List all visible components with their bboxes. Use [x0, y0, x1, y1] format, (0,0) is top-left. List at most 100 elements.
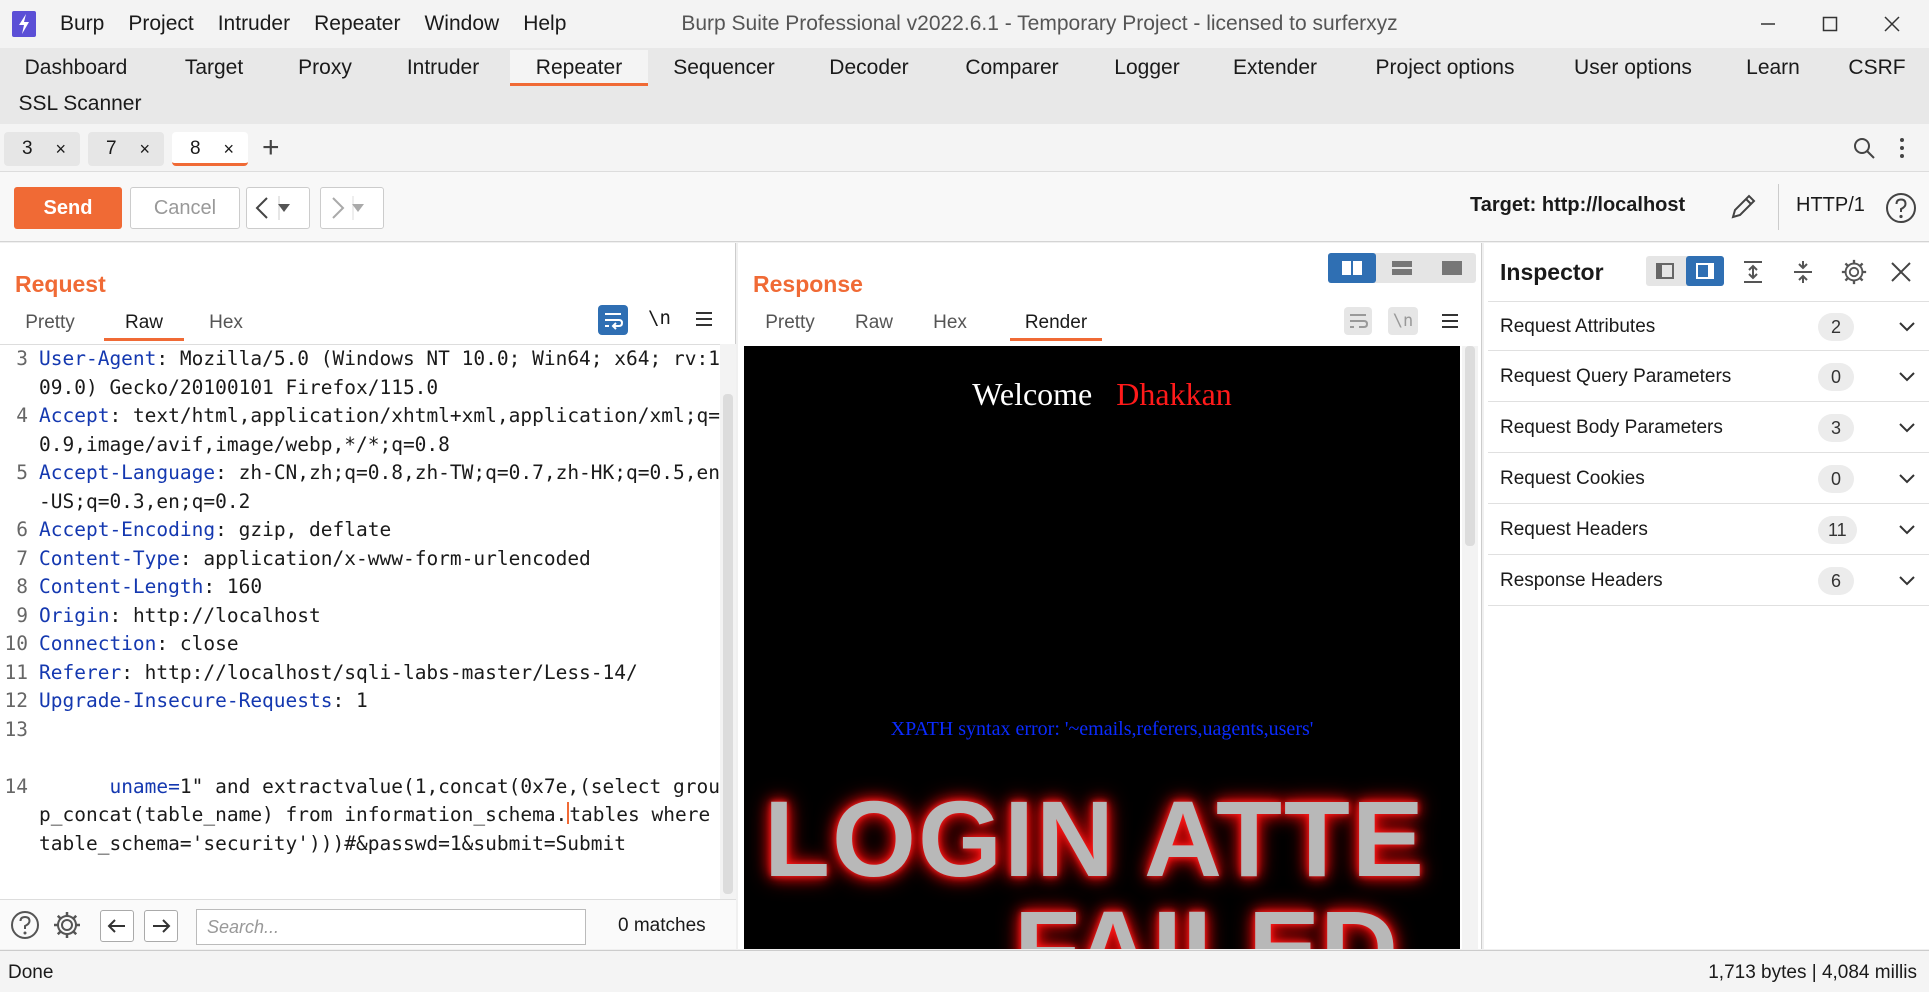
newline-toggle[interactable]: \n — [648, 307, 671, 329]
request-scrollbar[interactable] — [720, 344, 736, 899]
history-forward-button[interactable] — [320, 187, 384, 229]
layout-stacked-button[interactable] — [1378, 253, 1426, 283]
history-back-button[interactable] — [246, 187, 310, 229]
collapse-icon[interactable] — [1790, 259, 1816, 285]
tab-comparer[interactable]: Comparer — [950, 50, 1074, 86]
repeater-tab-3[interactable]: 3 × — [4, 132, 80, 166]
menu-intruder[interactable]: Intruder — [218, 12, 290, 36]
inspector-response-headers[interactable]: Response Headers 6 — [1488, 556, 1929, 606]
close-tab-icon[interactable]: × — [55, 132, 66, 166]
tab-proxy[interactable]: Proxy — [282, 50, 368, 86]
search-previous-button[interactable] — [100, 910, 134, 942]
request-line: 6 Accept-Encoding: gzip, deflate — [0, 516, 720, 545]
response-size-timing: 1,713 bytes | 4,084 millis — [1708, 962, 1917, 983]
newline-toggle: \n — [1388, 307, 1418, 335]
close-tab-icon[interactable]: × — [139, 132, 150, 166]
tab-decoder[interactable]: Decoder — [810, 50, 928, 86]
header-value: text/html,application/xhtml+xml,applicat… — [39, 404, 720, 456]
tab-ssl-scanner[interactable]: SSL Scanner — [10, 86, 150, 122]
section-label: Response Headers — [1500, 570, 1663, 591]
layout-tabs-button[interactable] — [1428, 253, 1476, 283]
http-version-selector[interactable]: HTTP/1 — [1796, 194, 1865, 217]
tab-logger[interactable]: Logger — [1090, 50, 1204, 86]
line-number: 11 — [4, 660, 28, 684]
line-number: 3 — [16, 347, 28, 370]
settings-icon[interactable] — [1840, 258, 1868, 286]
inspector-request-headers[interactable]: Request Headers 11 — [1488, 505, 1929, 555]
section-label: Request Cookies — [1500, 468, 1645, 489]
help-icon[interactable] — [1885, 192, 1917, 224]
menu-help[interactable]: Help — [523, 12, 566, 36]
response-tab-render[interactable]: Render — [1010, 305, 1102, 341]
header-name: Referer — [39, 660, 122, 684]
inspector-request-body-parameters[interactable]: Request Body Parameters 3 — [1488, 403, 1929, 453]
pencil-icon[interactable] — [1728, 192, 1758, 222]
scrollbar-thumb[interactable] — [1465, 346, 1475, 546]
search-next-button[interactable] — [144, 910, 178, 942]
request-tab-raw[interactable]: Raw — [104, 305, 184, 341]
menu-repeater[interactable]: Repeater — [314, 12, 400, 36]
menu-window[interactable]: Window — [424, 12, 499, 36]
inspector-layout-right-button[interactable] — [1686, 256, 1724, 286]
tab-dashboard[interactable]: Dashboard — [10, 50, 142, 86]
response-scrollbar[interactable] — [1462, 346, 1478, 949]
search-input[interactable]: Search... — [196, 909, 586, 945]
close-tab-icon[interactable]: × — [223, 132, 234, 166]
target-label: Target: http://localhost — [1470, 194, 1686, 216]
minimize-button[interactable] — [1738, 0, 1798, 48]
section-label: Request Body Parameters — [1500, 417, 1723, 438]
response-tab-hex[interactable]: Hex — [920, 305, 980, 341]
response-tab-pretty[interactable]: Pretty — [750, 305, 830, 341]
chevron-down-icon — [1899, 576, 1915, 586]
maximize-icon — [1822, 16, 1838, 32]
line-number: 4 — [16, 404, 28, 427]
tab-sequencer[interactable]: Sequencer — [660, 50, 788, 86]
settings-icon[interactable] — [52, 910, 82, 940]
header-separator: : — [109, 404, 122, 427]
tab-repeater[interactable]: Repeater — [510, 50, 648, 86]
layout-side-by-side-button[interactable] — [1328, 253, 1376, 283]
section-label: Request Headers — [1500, 519, 1648, 540]
menu-burp[interactable]: Burp — [60, 12, 104, 36]
help-icon[interactable] — [10, 910, 40, 940]
tab-project-options[interactable]: Project options — [1360, 50, 1530, 86]
add-tab-button[interactable]: + — [262, 130, 280, 166]
kebab-menu-icon[interactable] — [1898, 136, 1906, 160]
repeater-tab-8[interactable]: 8 × — [172, 132, 248, 166]
inspector-request-attributes[interactable]: Request Attributes 2 — [1488, 301, 1929, 351]
header-name: Content-Type — [39, 546, 180, 570]
line-number: 6 — [16, 518, 28, 541]
maximize-button[interactable] — [1800, 0, 1860, 48]
hamburger-icon[interactable] — [694, 309, 714, 329]
tab-user-options[interactable]: User options — [1560, 50, 1706, 86]
request-tab-pretty[interactable]: Pretty — [12, 305, 88, 341]
cancel-button[interactable]: Cancel — [130, 187, 240, 229]
send-button[interactable]: Send — [14, 187, 122, 229]
request-line: 9 Origin: http://localhost — [0, 602, 720, 631]
tab-extender[interactable]: Extender — [1220, 50, 1330, 86]
menu-project[interactable]: Project — [128, 12, 193, 36]
request-line: 11 Referer: http://localhost/sqli-labs-ma… — [0, 659, 720, 688]
close-window-button[interactable] — [1862, 0, 1922, 48]
inspector-layout-left-button[interactable] — [1646, 256, 1684, 286]
repeater-tab-bar: 3 × 7 × 8 × + — [0, 124, 1929, 172]
expand-icon[interactable] — [1740, 259, 1766, 285]
request-tab-hex[interactable]: Hex — [196, 305, 256, 341]
inspector-request-cookies[interactable]: Request Cookies 0 — [1488, 454, 1929, 504]
scrollbar-thumb[interactable] — [723, 394, 733, 894]
close-icon[interactable] — [1890, 261, 1912, 283]
tab-intruder[interactable]: Intruder — [390, 50, 496, 86]
tab-csrf[interactable]: CSRF — [1840, 50, 1914, 86]
hamburger-icon[interactable] — [1440, 311, 1460, 331]
request-editor[interactable]: 3 User-Agent: Mozilla/5.0 (Windows NT 10.… — [0, 344, 720, 899]
inspector-request-query-parameters[interactable]: Request Query Parameters 0 — [1488, 352, 1929, 402]
search-icon[interactable] — [1852, 136, 1876, 160]
repeater-tab-7[interactable]: 7 × — [88, 132, 164, 166]
rendered-response: Welcome Dhakkan XPATH syntax error: '~em… — [744, 346, 1460, 949]
tab-learn[interactable]: Learn — [1734, 50, 1812, 86]
wrap-icon[interactable] — [598, 305, 628, 335]
section-count-badge: 0 — [1818, 363, 1854, 391]
tab-target[interactable]: Target — [162, 50, 266, 86]
response-tab-raw[interactable]: Raw — [844, 305, 904, 341]
request-line: 7 Content-Type: application/x-www-form-ur… — [0, 545, 720, 574]
